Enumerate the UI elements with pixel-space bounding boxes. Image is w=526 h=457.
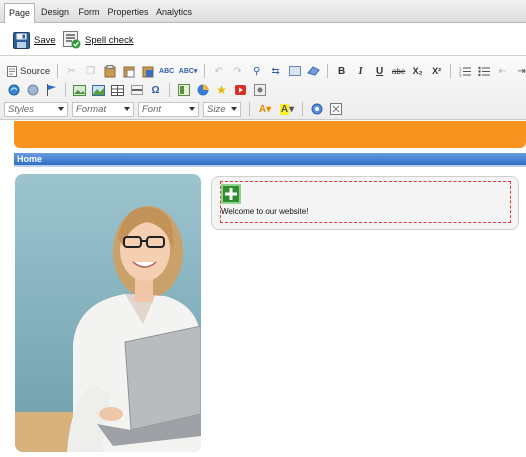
svg-text:3: 3	[459, 72, 462, 77]
floppy-disk-icon	[13, 31, 30, 49]
remove-format-icon[interactable]	[304, 62, 323, 80]
welcome-text: Welcome to our website!	[221, 207, 309, 216]
editor-toolbar: Source ✂ ❐ ABC ABC▾ ↶ ↷ ⚲ ⇆ B I U abe X₂…	[0, 57, 526, 120]
widget-icon[interactable]	[250, 81, 269, 99]
size-dropdown[interactable]: Size	[203, 101, 241, 117]
maximize-icon[interactable]	[326, 100, 345, 118]
underline-button[interactable]: U	[370, 62, 389, 80]
youtube-icon[interactable]	[231, 81, 250, 99]
decrease-indent-icon[interactable]: ⇤	[493, 62, 512, 80]
chevron-down-icon	[189, 107, 195, 111]
paste-text-icon[interactable]	[119, 62, 138, 80]
tab-bar: Page Design Form Properties Analytics	[0, 0, 526, 24]
chevron-down-icon	[124, 107, 130, 111]
tab-design[interactable]: Design	[38, 3, 72, 23]
background-color-icon[interactable]: A ▾	[276, 100, 298, 118]
size-label: Size	[207, 103, 226, 115]
spell-as-you-type-icon[interactable]: ABC▾	[176, 62, 200, 80]
special-char-omega-icon[interactable]: Ω	[146, 81, 165, 99]
image-map-icon[interactable]	[89, 81, 108, 99]
link-icon[interactable]	[4, 81, 23, 99]
styles-label: Styles	[8, 103, 34, 115]
source-icon	[7, 65, 17, 77]
horizontal-rule-icon[interactable]	[127, 81, 146, 99]
tab-analytics[interactable]: Analytics	[154, 3, 194, 23]
anchor-flag-icon[interactable]	[42, 81, 61, 99]
header-banner	[14, 121, 526, 148]
spell-check-icon	[63, 31, 81, 49]
unlink-icon[interactable]	[23, 81, 42, 99]
source-button[interactable]: Source	[4, 65, 53, 77]
toolbar-separator	[57, 64, 59, 78]
paste-icon[interactable]	[100, 62, 119, 80]
show-blocks-icon[interactable]	[307, 100, 326, 118]
toolbar-separator	[450, 64, 452, 78]
template-icon[interactable]	[174, 81, 193, 99]
tab-form[interactable]: Form	[76, 3, 102, 23]
bold-button[interactable]: B	[332, 62, 351, 80]
superscript-button[interactable]: X²	[427, 62, 446, 80]
flash-icon[interactable]	[193, 81, 212, 99]
text-color-icon[interactable]: A▾	[254, 100, 276, 118]
toolbar-row-2: Ω ★	[4, 80, 269, 100]
toolbar-separator	[65, 83, 66, 97]
tab-page[interactable]: Page	[4, 3, 35, 24]
content-zone: Welcome to our website!	[211, 176, 519, 230]
tab-properties[interactable]: Properties	[106, 3, 150, 23]
toolbar-separator	[302, 102, 303, 116]
toolbar-separator	[249, 102, 250, 116]
font-label: Font	[142, 103, 162, 115]
save-button[interactable]: Save	[13, 30, 56, 50]
table-icon[interactable]	[108, 81, 127, 99]
find-icon[interactable]: ⚲	[247, 62, 266, 80]
copy-icon[interactable]: ❐	[81, 62, 100, 80]
woman-with-laptop-image	[15, 174, 201, 452]
styles-dropdown[interactable]: Styles	[4, 101, 68, 117]
chevron-down-icon	[231, 107, 237, 111]
spellcheck-abc-icon[interactable]: ABC	[157, 62, 176, 80]
source-label: Source	[20, 65, 51, 77]
hero-photo	[15, 174, 201, 452]
format-dropdown[interactable]: Format	[72, 101, 134, 117]
page-canvas: Home Welcome to our website!	[0, 121, 526, 457]
toolbar-row-1: Source ✂ ❐ ABC ABC▾ ↶ ↷ ⚲ ⇆ B I U abe X₂…	[4, 61, 526, 81]
image-icon[interactable]	[70, 81, 89, 99]
nav-item-home[interactable]: Home	[17, 154, 42, 164]
add-widget-button[interactable]	[221, 184, 241, 204]
cut-icon[interactable]: ✂	[62, 62, 81, 80]
chevron-down-icon	[58, 107, 64, 111]
format-label: Format	[76, 103, 107, 115]
bulleted-list-icon[interactable]	[474, 62, 493, 80]
redo-icon[interactable]: ↷	[228, 62, 247, 80]
numbered-list-icon[interactable]: 123	[455, 62, 474, 80]
replace-icon[interactable]: ⇆	[266, 62, 285, 80]
spell-check-button[interactable]: Spell check	[63, 30, 134, 50]
toolbar-separator	[327, 64, 329, 78]
navigation-bar: Home	[14, 153, 526, 167]
action-bar: Save Spell check	[0, 23, 526, 56]
editable-region[interactable]: Welcome to our website!	[220, 181, 511, 223]
toolbar-separator	[204, 64, 206, 78]
font-dropdown[interactable]: Font	[138, 101, 199, 117]
save-label: Save	[34, 34, 56, 46]
toolbar-row-3: Styles Format Font Size A▾ A ▾	[4, 99, 345, 119]
select-all-icon[interactable]	[285, 62, 304, 80]
undo-icon[interactable]: ↶	[209, 62, 228, 80]
star-icon[interactable]: ★	[212, 81, 231, 99]
paste-word-icon[interactable]	[138, 62, 157, 80]
strikethrough-button[interactable]: abe	[389, 62, 408, 80]
italic-button[interactable]: I	[351, 62, 370, 80]
plus-icon	[225, 188, 237, 200]
spell-check-label: Spell check	[85, 34, 134, 46]
toolbar-separator	[169, 83, 170, 97]
subscript-button[interactable]: X₂	[408, 62, 427, 80]
increase-indent-icon[interactable]: ⇥	[512, 62, 526, 80]
